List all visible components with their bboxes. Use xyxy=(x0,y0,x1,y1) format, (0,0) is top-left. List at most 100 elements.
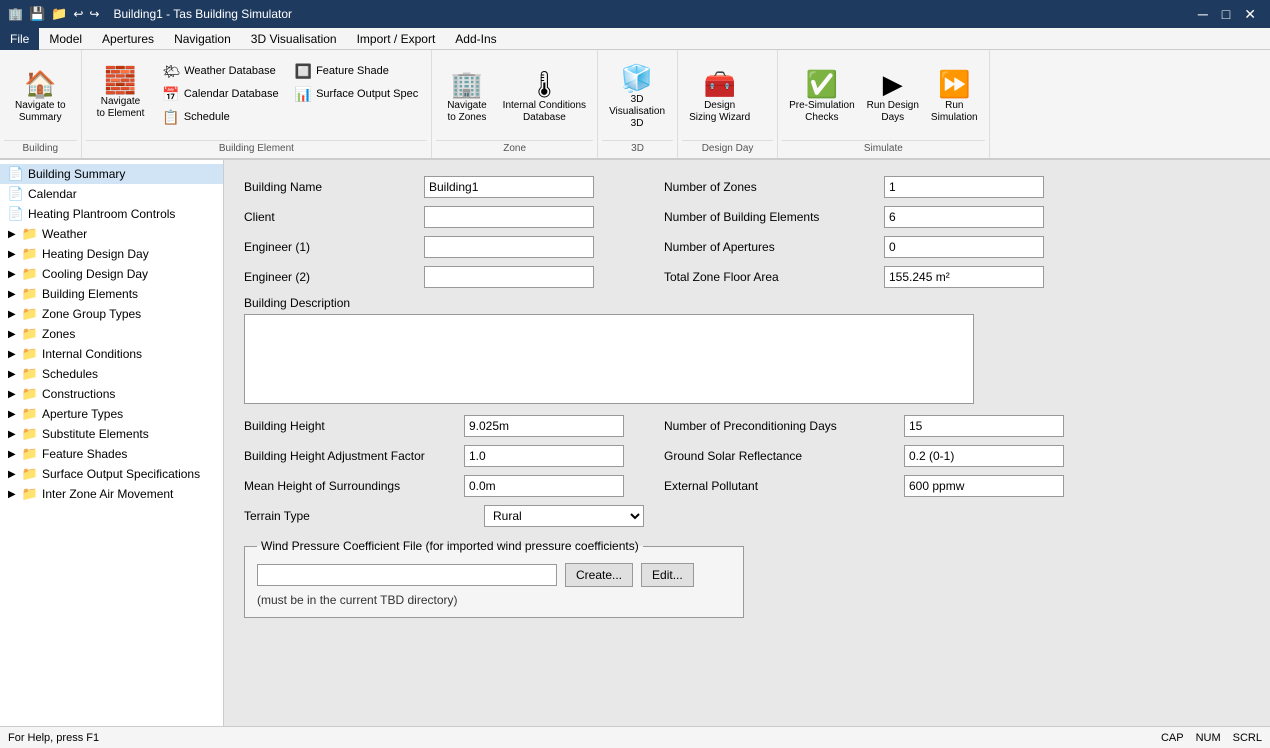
undo-icon[interactable]: ↩ xyxy=(73,7,83,21)
edit-button[interactable]: Edit... xyxy=(641,563,694,587)
number-of-zones-input[interactable] xyxy=(884,176,1044,198)
feature-shade-button[interactable]: 🔲 Feature Shade xyxy=(288,60,426,82)
heating-dd-folder-icon: 📁 xyxy=(22,246,38,262)
navigate-to-summary-button[interactable]: 🏠 Navigate toSummary xyxy=(6,60,75,132)
navigate-element-icon: 🧱 xyxy=(104,65,136,96)
num-preconditioning-label: Number of Preconditioning Days xyxy=(664,419,904,433)
menu-apertures[interactable]: Apertures xyxy=(92,28,164,50)
engineer2-input[interactable] xyxy=(424,266,594,288)
calendar-database-button[interactable]: 📅 Calendar Database xyxy=(155,83,285,105)
building-element-small-group: 🌤 Weather Database 📅 Calendar Database 📋… xyxy=(155,60,285,128)
ground-solar-input[interactable] xyxy=(904,445,1064,467)
expand-heating-dd[interactable]: ▶ xyxy=(8,249,20,260)
sidebar-item-building-elements[interactable]: ▶ 📁 Building Elements xyxy=(0,284,223,304)
navigate-to-zones-button[interactable]: 🏢 Navigateto Zones xyxy=(438,60,495,132)
menu-model[interactable]: Model xyxy=(39,28,92,50)
create-button[interactable]: Create... xyxy=(565,563,633,587)
pre-simulation-checks-button[interactable]: ✅ Pre-SimulationChecks xyxy=(784,60,860,132)
status-bar: For Help, press F1 CAP NUM SCRL xyxy=(0,726,1270,748)
num-building-elements-input[interactable] xyxy=(884,206,1044,228)
save-icon[interactable]: 💾 xyxy=(29,6,45,22)
sidebar-item-surface-output-specs[interactable]: ▶ 📁 Surface Output Specifications xyxy=(0,464,223,484)
expand-substitute-elements[interactable]: ▶ xyxy=(8,429,20,440)
expand-schedules[interactable]: ▶ xyxy=(8,369,20,380)
sidebar-item-calendar[interactable]: 📄 Calendar xyxy=(0,184,223,204)
open-icon[interactable]: 📁 xyxy=(51,6,67,22)
menu-3d-visualisation[interactable]: 3D Visualisation xyxy=(241,28,347,50)
surface-output-spec-button[interactable]: 📊 Surface Output Spec xyxy=(288,83,426,105)
row-terrain-type: Terrain Type Rural City Suburban Country… xyxy=(244,505,1250,527)
menu-navigation[interactable]: Navigation xyxy=(164,28,241,50)
sidebar-item-weather[interactable]: ▶ 📁 Weather xyxy=(0,224,223,244)
sidebar-item-zones[interactable]: ▶ 📁 Zones xyxy=(0,324,223,344)
expand-aperture-types[interactable]: ▶ xyxy=(8,409,20,420)
ribbon-group-building: 🏠 Navigate toSummary Building xyxy=(0,50,82,158)
3d-visualisation-button[interactable]: 🧊 3DVisualisation3D xyxy=(604,60,670,132)
close-button[interactable]: ✕ xyxy=(1238,7,1262,21)
sidebar-item-constructions[interactable]: ▶ 📁 Constructions xyxy=(0,384,223,404)
expand-building-elements[interactable]: ▶ xyxy=(8,289,20,300)
total-zone-floor-area-input[interactable] xyxy=(884,266,1044,288)
run-simulation-button[interactable]: ⏩ RunSimulation xyxy=(926,60,983,132)
menu-import-export[interactable]: Import / Export xyxy=(347,28,446,50)
sidebar-item-inter-zone-air[interactable]: ▶ 📁 Inter Zone Air Movement xyxy=(0,484,223,504)
building-name-label: Building Name xyxy=(244,180,424,194)
heating-plantroom-icon: 📄 xyxy=(8,206,24,222)
weather-database-button[interactable]: 🌤 Weather Database xyxy=(155,60,285,82)
expand-surface-output-specs[interactable]: ▶ xyxy=(8,469,20,480)
expand-zone-group-types[interactable]: ▶ xyxy=(8,309,20,320)
sidebar-item-heating-plantroom[interactable]: 📄 Heating Plantroom Controls xyxy=(0,204,223,224)
wind-pressure-file-input[interactable] xyxy=(257,564,557,586)
expand-internal-conditions[interactable]: ▶ xyxy=(8,349,20,360)
menu-file[interactable]: File xyxy=(0,28,39,50)
minimize-button[interactable]: ─ xyxy=(1192,7,1214,21)
sidebar-item-internal-conditions[interactable]: ▶ 📁 Internal Conditions xyxy=(0,344,223,364)
expand-weather[interactable]: ▶ xyxy=(8,229,20,240)
number-of-zones-label: Number of Zones xyxy=(664,180,884,194)
schedule-button[interactable]: 📋 Schedule xyxy=(155,106,285,128)
ribbon-zone-label: Zone xyxy=(436,140,593,156)
expand-constructions[interactable]: ▶ xyxy=(8,389,20,400)
building-height-field-group: Building Height xyxy=(244,415,624,437)
building-name-field-group: Building Name xyxy=(244,176,624,198)
redo-icon[interactable]: ↪ xyxy=(89,7,99,21)
sidebar-item-cooling-design-day[interactable]: ▶ 📁 Cooling Design Day xyxy=(0,264,223,284)
client-input[interactable] xyxy=(424,206,594,228)
mean-height-input[interactable] xyxy=(464,475,624,497)
engineer1-field-group: Engineer (1) xyxy=(244,236,624,258)
expand-zones[interactable]: ▶ xyxy=(8,329,20,340)
sidebar-item-feature-shades[interactable]: ▶ 📁 Feature Shades xyxy=(0,444,223,464)
expand-cooling-dd[interactable]: ▶ xyxy=(8,269,20,280)
internal-conditions-button[interactable]: 🌡 Internal ConditionsDatabase xyxy=(498,60,591,132)
feature-shade-icon: 🔲 xyxy=(295,63,312,80)
building-height-input[interactable] xyxy=(464,415,624,437)
internal-conditions-folder-icon: 📁 xyxy=(22,346,38,362)
engineer1-input[interactable] xyxy=(424,236,594,258)
maximize-button[interactable]: □ xyxy=(1216,7,1236,21)
sidebar-item-building-summary[interactable]: 📄 Building Summary xyxy=(0,164,223,184)
num-apertures-input[interactable] xyxy=(884,236,1044,258)
navigate-summary-icon: 🏠 xyxy=(24,69,56,100)
sidebar-item-heating-design-day[interactable]: ▶ 📁 Heating Design Day xyxy=(0,244,223,264)
run-design-days-button[interactable]: ▶ Run DesignDays xyxy=(862,60,924,132)
design-sizing-wizard-button[interactable]: 🧰 DesignSizing Wizard xyxy=(684,60,755,132)
navigate-to-element-button[interactable]: 🧱 Navigateto Element xyxy=(88,56,154,128)
num-preconditioning-input[interactable] xyxy=(904,415,1064,437)
sidebar-item-zone-group-types[interactable]: ▶ 📁 Zone Group Types xyxy=(0,304,223,324)
mean-height-label: Mean Height of Surroundings xyxy=(244,479,464,493)
building-height-adj-input[interactable] xyxy=(464,445,624,467)
menu-add-ins[interactable]: Add-Ins xyxy=(445,28,506,50)
building-description-input[interactable] xyxy=(244,314,974,404)
ribbon-group-3d: 🧊 3DVisualisation3D 3D xyxy=(598,50,678,158)
external-pollutant-input[interactable] xyxy=(904,475,1064,497)
terrain-type-select[interactable]: Rural City Suburban Country Sea xyxy=(484,505,644,527)
building-name-input[interactable] xyxy=(424,176,594,198)
sidebar-item-schedules[interactable]: ▶ 📁 Schedules xyxy=(0,364,223,384)
3d-visualisation-icon: 🧊 xyxy=(621,63,653,94)
expand-inter-zone-air[interactable]: ▶ xyxy=(8,489,20,500)
ribbon-3d-items: 🧊 3DVisualisation3D xyxy=(602,52,673,140)
sidebar-item-substitute-elements[interactable]: ▶ 📁 Substitute Elements xyxy=(0,424,223,444)
sidebar-item-aperture-types[interactable]: ▶ 📁 Aperture Types xyxy=(0,404,223,424)
expand-feature-shades[interactable]: ▶ xyxy=(8,449,20,460)
num-building-elements-field-group: Number of Building Elements xyxy=(664,206,1044,228)
